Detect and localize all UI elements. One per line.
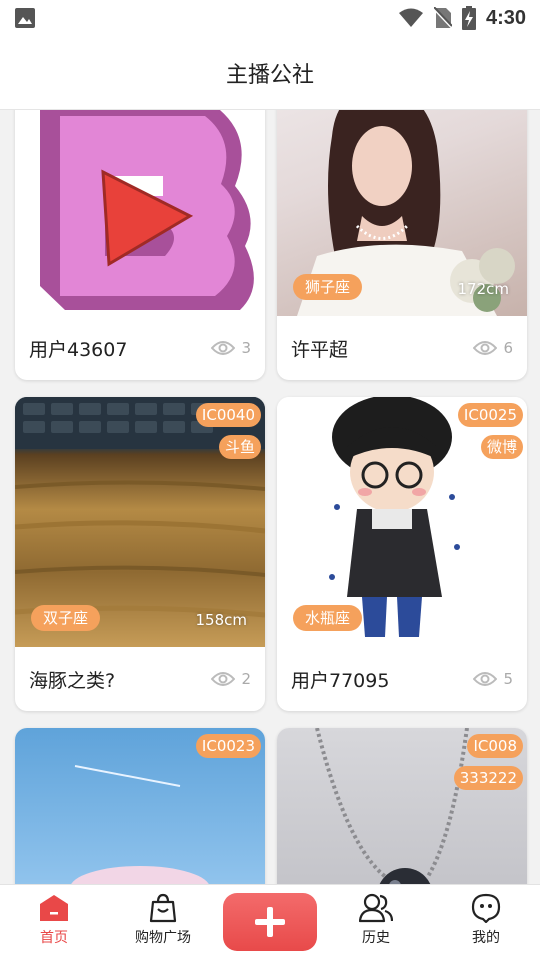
wifi-icon — [398, 8, 423, 27]
height-label: 158cm — [195, 611, 248, 629]
image-notification-icon — [15, 8, 35, 28]
no-sim-icon — [433, 7, 452, 29]
clock: 4:30 — [485, 6, 526, 29]
anchor-photo[interactable]: 快手 狮子座 172cm — [277, 110, 527, 316]
id-tag: IC008 — [467, 734, 523, 758]
anchor-name: 海豚之类? — [29, 669, 116, 692]
anchor-card[interactable]: IC0023 — [15, 728, 265, 884]
view-count-value: 5 — [503, 670, 513, 688]
anchor-photo[interactable] — [15, 110, 265, 316]
page-title: 主播公社 — [225, 62, 314, 88]
anchor-photo[interactable]: IC0040 斗鱼 双子座 158cm — [15, 397, 265, 647]
view-count: 5 — [473, 670, 513, 688]
tab-home-label: 首页 — [40, 930, 68, 946]
tab-shop[interactable]: 购物广场 — [113, 893, 213, 947]
tab-mine[interactable]: 我的 — [436, 893, 536, 947]
tab-shop-label: 购物广场 — [135, 930, 191, 946]
add-button[interactable] — [223, 893, 317, 951]
tab-home[interactable]: 首页 — [4, 893, 104, 947]
tab-mine-label: 我的 — [472, 930, 500, 946]
platform-tag: 斗鱼 — [218, 435, 261, 459]
id-tag: IC0025 — [457, 403, 523, 427]
anchor-card[interactable]: 快手 狮子座 172cm 许平超 6 — [277, 110, 527, 380]
id-tag: IC0023 — [195, 734, 261, 758]
eye-icon — [473, 672, 498, 686]
users-icon — [359, 893, 393, 923]
top-app-bar: 主播公社 — [0, 36, 540, 110]
zodiac-badge: 水瓶座 — [293, 605, 363, 631]
anchor-card[interactable]: IC008 333222 — [277, 728, 527, 884]
anchor-name: 用户77095 — [291, 669, 390, 692]
zodiac-badge: 双子座 — [31, 605, 101, 631]
view-count: 3 — [211, 339, 251, 357]
eye-icon — [473, 341, 498, 355]
view-count-value: 3 — [241, 339, 251, 357]
shopping-bag-icon — [149, 893, 177, 923]
anchor-photo[interactable]: IC0025 微博 水瓶座 — [277, 397, 527, 647]
eye-icon — [211, 341, 236, 355]
battery-charging-icon — [461, 6, 476, 30]
bottom-tab-bar: 首页 购物广场 历史 我的 — [0, 884, 540, 960]
status-bar: 4:30 — [0, 0, 540, 36]
id-tag: IC0040 — [195, 403, 261, 427]
platform-tag: 333222 — [453, 766, 523, 790]
home-icon — [40, 895, 68, 921]
height-label: 172cm — [457, 280, 510, 298]
card-footer: 用户77095 5 — [277, 647, 527, 711]
card-footer: 许平超 6 — [277, 316, 527, 380]
view-count: 6 — [473, 339, 513, 357]
platform-tag: 微博 — [480, 435, 523, 459]
zodiac-badge: 狮子座 — [293, 274, 363, 300]
anchor-card[interactable]: IC0040 斗鱼 双子座 158cm 海豚之类? 2 — [15, 397, 265, 711]
profile-face-icon — [471, 893, 501, 923]
anchor-card[interactable]: 用户43607 3 — [15, 110, 265, 380]
card-footer: 海豚之类? 2 — [15, 647, 265, 711]
view-count: 2 — [211, 670, 251, 688]
view-count-value: 2 — [241, 670, 251, 688]
view-count-value: 6 — [503, 339, 513, 357]
card-footer: 用户43607 3 — [15, 316, 265, 380]
tab-history[interactable]: 历史 — [326, 893, 426, 947]
anchor-card[interactable]: IC0025 微博 水瓶座 用户77095 5 — [277, 397, 527, 711]
tab-history-label: 历史 — [362, 930, 390, 946]
anchor-photo[interactable]: IC008 333222 — [277, 728, 527, 884]
app-logo-image — [40, 110, 254, 310]
eye-icon — [211, 672, 236, 686]
plus-icon — [255, 907, 285, 937]
anchor-grid[interactable]: 用户43607 3 快手 狮子座 172cm 许平超 — [0, 110, 540, 884]
anchor-name: 许平超 — [291, 338, 349, 361]
anchor-photo[interactable]: IC0023 — [15, 728, 265, 884]
anchor-name: 用户43607 — [29, 338, 128, 361]
